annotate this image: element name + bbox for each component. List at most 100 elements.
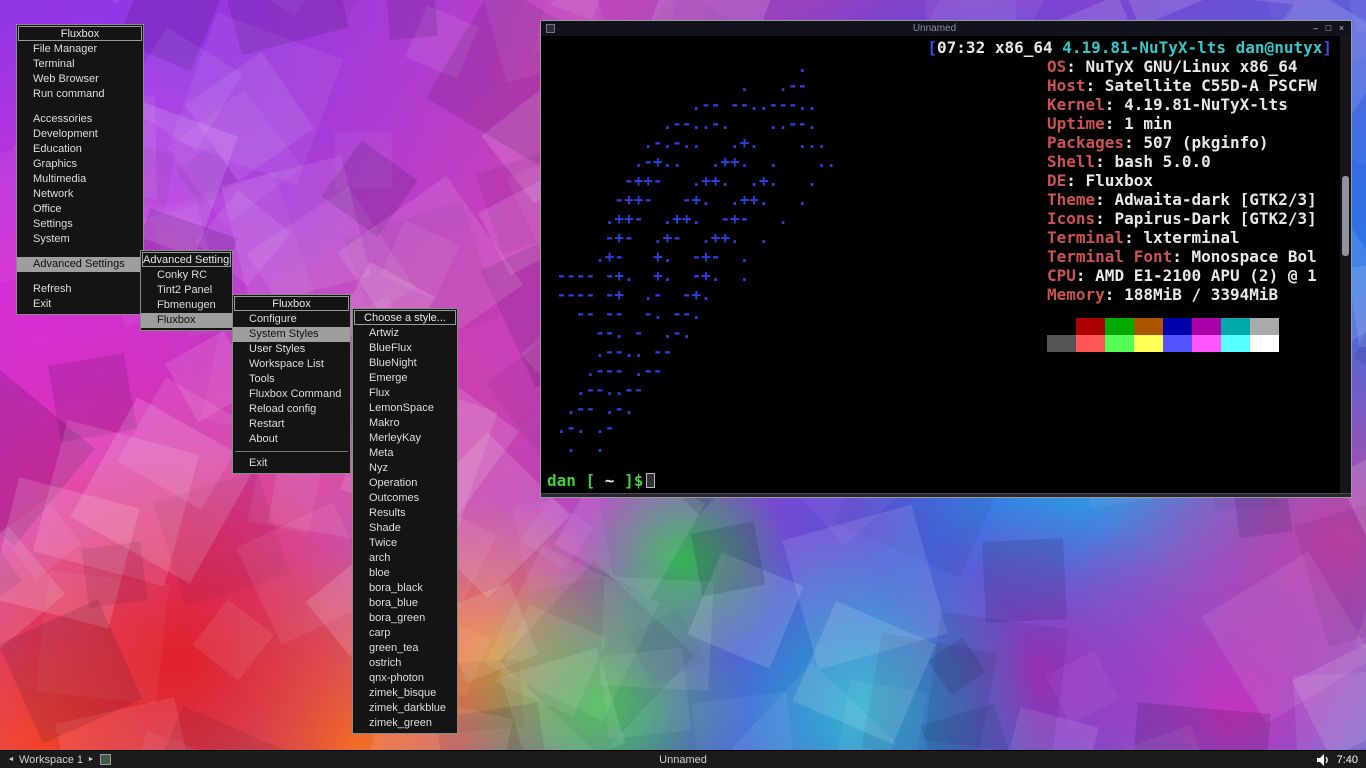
palette-swatch (1105, 335, 1134, 352)
menu-item-workspace-list[interactable]: Workspace List (233, 357, 350, 372)
styles-menu: Choose a style... Artwiz BlueFlux BlueNight… (352, 308, 458, 734)
menu-item-bora-black[interactable]: bora_black (353, 581, 457, 596)
info-label: Terminal Font (1047, 247, 1173, 266)
workspace-label[interactable]: Workspace 1 (19, 754, 83, 766)
menu-item-operation[interactable]: Operation (353, 476, 457, 491)
menu-item-about[interactable]: About (233, 432, 350, 447)
menu-item-fluxbox[interactable]: Fluxbox (141, 313, 232, 328)
menu-item-meta[interactable]: Meta (353, 446, 457, 461)
menu-item-outcomes[interactable]: Outcomes (353, 491, 457, 506)
text-segment: [ (585, 471, 605, 490)
terminal-titlebar[interactable]: Unnamed – □ × (541, 21, 1351, 36)
menu-item-file-manager[interactable]: File Manager (17, 42, 143, 57)
menu-item-artwiz[interactable]: Artwiz (353, 326, 457, 341)
menu-item-tools[interactable]: Tools (233, 372, 350, 387)
palette-swatch (1047, 335, 1076, 352)
taskbar-app-icon[interactable] (100, 754, 111, 765)
menu-item-flux[interactable]: Flux (353, 386, 457, 401)
info-value: 507 (pkginfo) (1143, 133, 1269, 152)
info-line: Uptime: 1 min (1047, 114, 1173, 133)
shell-prompt: dan [ ~ ]$ (547, 471, 656, 490)
info-line: Kernel: 4.19.81-NuTyX-lts (1047, 95, 1288, 114)
terminal-screen[interactable]: [07:32 x86_64 4.19.81-NuTyX-lts dan@nuty… (541, 36, 1340, 493)
menu-item-bora-blue[interactable]: bora_blue (353, 596, 457, 611)
menu-item-advanced-settings[interactable]: Advanced Settings (17, 257, 143, 272)
menu-item-exit[interactable]: Exit (233, 456, 350, 471)
info-value: Satellite C55D-A PSCFW (1104, 76, 1317, 95)
palette-swatch (1105, 318, 1134, 335)
menu-item-education[interactable]: Education (17, 142, 143, 157)
menu-item-zimek-bisque[interactable]: zimek_bisque (353, 686, 457, 701)
info-value: 188MiB / 3394MiB (1124, 285, 1279, 304)
info-value: bash 5.0.0 (1114, 152, 1211, 171)
menu-item-blueflux[interactable]: BlueFlux (353, 341, 457, 356)
menu-item-web-browser[interactable]: Web Browser (17, 72, 143, 87)
menu-item-refresh[interactable]: Refresh (17, 282, 143, 297)
maximize-icon[interactable]: □ (1322, 22, 1335, 35)
menu-item-run-command[interactable]: Run command (17, 87, 143, 102)
menu-item-carp[interactable]: carp (353, 626, 457, 641)
taskbar-tray: 7:40 (1316, 753, 1358, 766)
terminal-scrollbar[interactable] (1340, 36, 1351, 493)
menu-item-development[interactable]: Development (17, 127, 143, 142)
advanced-settings-menu: Advanced Settings Conky RC Tint2 Panel Fbme… (140, 250, 233, 331)
close-icon[interactable]: × (1335, 22, 1348, 35)
menu-item-makro[interactable]: Makro (353, 416, 457, 431)
menu-item-arch[interactable]: arch (353, 551, 457, 566)
menu-item-ostrich[interactable]: ostrich (353, 656, 457, 671)
menu-item-bloe[interactable]: bloe (353, 566, 457, 581)
wallpaper-square (1292, 671, 1366, 753)
menu-item-exit[interactable]: Exit (17, 297, 143, 312)
scrollbar-thumb[interactable] (1342, 176, 1349, 256)
menu-item-accessories[interactable]: Accessories (17, 112, 143, 127)
text-segment: 07:32 x86_64 (937, 38, 1053, 57)
menu-item-tint2-panel[interactable]: Tint2 Panel (141, 283, 232, 298)
info-line: Memory: 188MiB / 3394MiB (1047, 285, 1279, 304)
menu-item-green-tea[interactable]: green_tea (353, 641, 457, 656)
menu-item-merleykay[interactable]: MerleyKay (353, 431, 457, 446)
menu-item-restart[interactable]: Restart (233, 417, 350, 432)
palette-swatch (1134, 335, 1163, 352)
menu-item-office[interactable]: Office (17, 202, 143, 217)
desktop: Fluxbox File Manager Terminal Web Browser Ru… (0, 0, 1366, 768)
volume-icon[interactable] (1316, 753, 1331, 766)
menu-item-configure[interactable]: Configure (233, 312, 350, 327)
info-line: Icons: Papirus-Dark [GTK2/3] (1047, 209, 1317, 228)
window-resize-handle[interactable] (541, 493, 1351, 497)
menu-item-fluxbox-command[interactable]: Fluxbox Command (233, 387, 350, 402)
menu-item-bora-green[interactable]: bora_green (353, 611, 457, 626)
info-value: Papirus-Dark [GTK2/3] (1114, 209, 1317, 228)
menu-item-user-styles[interactable]: User Styles (233, 342, 350, 357)
menu-title: Fluxbox (234, 296, 349, 311)
menu-item-qnx-photon[interactable]: qnx-photon (353, 671, 457, 686)
menu-item-conky-rc[interactable]: Conky RC (141, 268, 232, 283)
menu-item-nyz[interactable]: Nyz (353, 461, 457, 476)
palette-swatch (1192, 335, 1221, 352)
menu-item-results[interactable]: Results (353, 506, 457, 521)
menu-item-network[interactable]: Network (17, 187, 143, 202)
menu-item-reload-config[interactable]: Reload config (233, 402, 350, 417)
info-label: Shell (1047, 152, 1096, 171)
workspace-prev-icon[interactable]: ◄ (6, 756, 16, 763)
terminal-status-line: [07:32 x86_64 4.19.81-NuTyX-lts dan@nuty… (927, 38, 1332, 57)
menu-item-zimek-darkblue[interactable]: zimek_darkblue (353, 701, 457, 716)
menu-item-bluenight[interactable]: BlueNight (353, 356, 457, 371)
menu-item-emerge[interactable]: Emerge (353, 371, 457, 386)
menu-separator (17, 272, 143, 282)
menu-item-settings[interactable]: Settings (17, 217, 143, 232)
info-value: 1 min (1124, 114, 1173, 133)
info-label: Memory (1047, 285, 1105, 304)
menu-item-system[interactable]: System (17, 232, 143, 247)
workspace-next-icon[interactable]: ► (86, 756, 96, 763)
menu-item-system-styles[interactable]: System Styles (233, 327, 350, 342)
menu-item-zimek-green[interactable]: zimek_green (353, 716, 457, 731)
taskbar-window-button[interactable]: Unnamed (659, 754, 707, 766)
menu-item-lemonspace[interactable]: LemonSpace (353, 401, 457, 416)
menu-item-fbmenugen[interactable]: Fbmenugen (141, 298, 232, 313)
menu-item-graphics[interactable]: Graphics (17, 157, 143, 172)
menu-item-terminal[interactable]: Terminal (17, 57, 143, 72)
menu-item-multimedia[interactable]: Multimedia (17, 172, 143, 187)
menu-item-twice[interactable]: Twice (353, 536, 457, 551)
minimize-icon[interactable]: – (1309, 22, 1322, 35)
menu-item-shade[interactable]: Shade (353, 521, 457, 536)
